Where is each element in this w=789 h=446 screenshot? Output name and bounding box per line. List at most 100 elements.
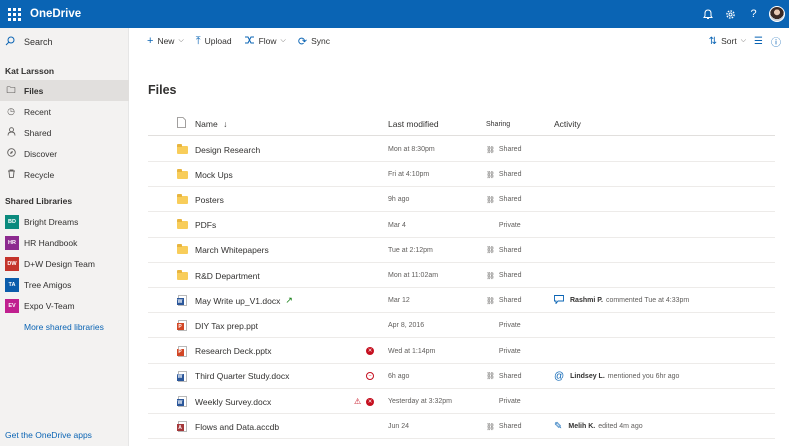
file-name-cell[interactable]: DIY Tax prep.ppt [195,313,258,338]
column-header-modified[interactable]: Last modified [388,119,439,129]
table-row[interactable]: P Research Deck.pptx ✕ Wed at 1:14pm ⛓Privat… [148,339,775,364]
table-row[interactable]: W Third Quarter Study.docx − 6h ago ⛓ Shared @… [148,364,775,389]
sidebar-library-tree-amigos[interactable]: TA Tree Amigos [0,274,129,295]
sidebar-library-expo-v-team[interactable]: EV Expo V-Team [0,295,129,316]
file-name-cell[interactable]: Third Quarter Study.docx [195,364,289,389]
search-box[interactable]: Search [0,31,129,53]
sort-button[interactable]: ⇅ Sort ⌵ [705,28,746,54]
table-row[interactable]: March Whitepapers Tue at 2:12pm ⛓ Shared [148,238,775,263]
file-name-cell[interactable]: Posters [195,187,224,212]
file-name[interactable]: Flows and Data.accdb [195,422,279,432]
sharing-cell[interactable]: ⛓ Shared [486,263,521,288]
sharing-cell[interactable]: ⛓ Shared [486,364,521,389]
activity-user[interactable]: Lindsey L. [570,373,605,380]
sharing-cell[interactable]: ⛓ Shared [486,187,521,212]
file-name[interactable]: March Whitepapers [195,245,269,255]
file-name[interactable]: Design Research [195,145,260,155]
sharing-cell[interactable]: ⛓ Shared [486,238,521,263]
sync-icon: ⟳ [297,35,308,48]
column-header-sharing[interactable]: Sharing [486,121,510,128]
sharing-cell[interactable]: ⛓ Shared [486,414,521,439]
table-row[interactable]: Design Research Mon at 8:30pm ⛓ Shared [148,137,775,162]
library-label: HR Handbook [24,237,78,248]
file-name-cell[interactable]: R&D Department [195,263,260,288]
sidebar-library-hr-handbook[interactable]: HR HR Handbook [0,232,129,253]
upload-button[interactable]: ⤒ Upload [196,28,232,54]
file-name[interactable]: Third Quarter Study.docx [195,371,289,381]
sharing-cell[interactable]: ⛓ Shared [486,288,521,313]
file-name[interactable]: Weekly Survey.docx [195,397,271,407]
sharing-status: Shared [498,272,522,279]
sidebar-item-recycle[interactable]: Recycle [0,164,129,185]
file-name-cell[interactable]: PDFs [195,213,216,238]
sync-button[interactable]: ⟳ Sync [298,28,330,54]
table-row[interactable]: W May Write up_V1.docx ↗ Mar 12 ⛓ Shared Rashm… [148,288,775,314]
link-icon: ⛓ [486,196,495,204]
file-name-cell[interactable]: Design Research [195,137,260,162]
file-name[interactable]: DIY Tax prep.ppt [195,321,258,331]
help-icon[interactable]: ? [742,0,765,28]
sidebar-item-shared[interactable]: Shared [0,122,129,143]
file-name[interactable]: Mock Ups [195,170,233,180]
more-shared-libraries-link[interactable]: More shared libraries [24,322,104,332]
status-cell [354,187,374,212]
blocked-icon: − [366,372,374,381]
modified-cell: Wed at 1:14pm [388,347,436,355]
sharing-cell[interactable]: ⛓Private [486,213,521,238]
status-cell [354,213,374,238]
status-cell [354,263,374,288]
file-list-header: Name ↓ Last modified Sharing Activity [148,113,775,136]
sharing-status: Shared [498,171,522,179]
activity-cell: @ Lindsey L. mentioned you 6hr ago [554,364,679,389]
sidebar-item-label: Discover [24,148,58,159]
file-type-header-icon[interactable] [177,117,186,130]
file-name[interactable]: Research Deck.pptx [195,346,272,356]
file-name-cell[interactable]: Weekly Survey.docx [195,389,271,414]
sidebar-item-discover[interactable]: Discover [0,143,129,164]
column-header-name[interactable]: Name ↓ [195,119,227,129]
table-row[interactable]: A Flows and Data.accdb Jun 24 ⛓ Shared ✎ Melih… [148,414,775,440]
file-name[interactable]: PDFs [195,220,216,230]
library-badge: HR [5,235,19,250]
sharing-cell[interactable]: ⛓ Shared [486,162,521,187]
sidebar-library-dw-design-team[interactable]: DW D+W Design Team [0,253,129,274]
file-name[interactable]: R&D Department [195,271,260,281]
sharing-cell[interactable]: ⛓ Shared [486,137,521,162]
modified-cell: Jun 24 [388,423,410,431]
column-header-activity[interactable]: Activity [554,119,581,129]
table-row[interactable]: W Weekly Survey.docx ⚠ ✕ Yesterday at 3:32pm… [148,389,775,414]
sidebar-item-recent[interactable]: ◷ Recent [0,101,129,122]
table-row[interactable]: Mock Ups Fri at 4:10pm ⛓ Shared [148,162,775,188]
view-options-icon[interactable]: ☰ [754,36,763,47]
bell-icon[interactable] [696,0,719,28]
table-row[interactable]: Posters 9h ago ⛓ Shared [148,187,775,213]
gear-icon[interactable] [719,0,742,28]
sharing-cell[interactable]: ⛓Private [486,339,521,364]
sidebar-library-bright-dreams[interactable]: BD Bright Dreams [0,211,129,232]
app-title[interactable]: OneDrive [30,8,81,20]
file-name-cell[interactable]: March Whitepapers [195,238,269,263]
app-launcher-icon[interactable] [4,4,24,24]
file-name-cell[interactable]: May Write up_V1.docx ↗ [195,288,293,313]
get-apps-link[interactable]: Get the OneDrive apps [5,430,92,440]
file-name[interactable]: Posters [195,195,224,205]
table-row[interactable]: P DIY Tax prep.ppt Apr 8, 2016 ⛓Private [148,313,775,339]
info-icon[interactable]: ⓘ [771,34,781,49]
sharing-cell[interactable]: ⛓Private [486,389,521,414]
new-button[interactable]: + New ⌵ [147,28,184,54]
user-name: Kat Larsson [5,66,55,76]
activity-user[interactable]: Rashmi P. [570,297,603,304]
flow-button[interactable]: Flow ⌵ [244,28,286,54]
file-name-cell[interactable]: Mock Ups [195,162,233,187]
table-row[interactable]: R&D Department Mon at 11:02am ⛓ Shared [148,263,775,288]
status-cell [354,137,374,162]
sharing-cell[interactable]: ⛓Private [486,313,521,338]
file-name-cell[interactable]: Flows and Data.accdb [195,414,279,439]
activity-user[interactable]: Melih K. [568,423,595,430]
avatar[interactable] [769,6,785,22]
file-name-cell[interactable]: Research Deck.pptx [195,339,272,364]
table-row[interactable]: PDFs Mar 4 ⛓Private [148,213,775,238]
file-name[interactable]: May Write up_V1.docx [195,296,280,306]
modified-cell: Tue at 2:12pm [388,246,433,254]
sidebar-item-files[interactable]: 🗀 Files [0,80,129,101]
